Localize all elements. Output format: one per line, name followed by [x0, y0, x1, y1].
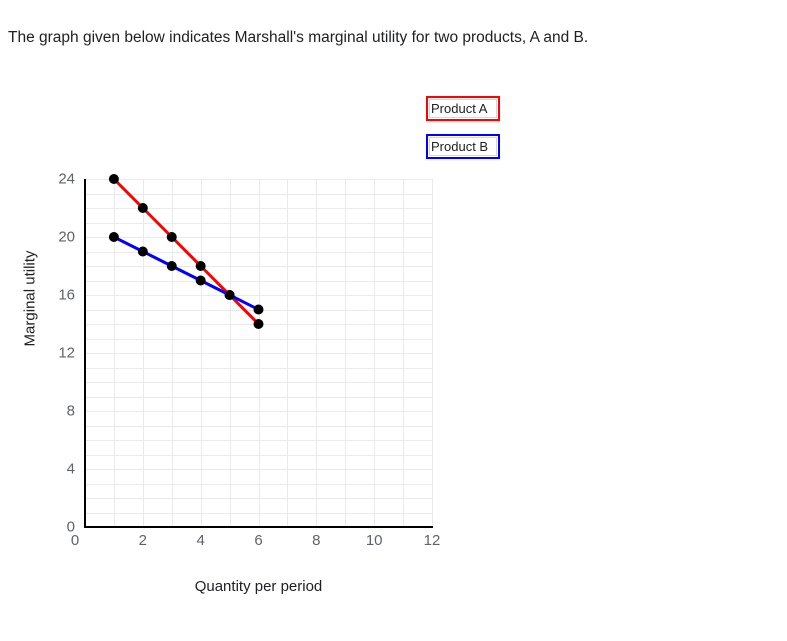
- data-point: [166, 261, 177, 271]
- y-axis-tick-label: 4: [66, 460, 75, 478]
- series-line-product-a: [112, 177, 260, 326]
- data-point: [195, 275, 206, 286]
- data-point: [224, 290, 235, 300]
- data-point: [108, 232, 119, 242]
- data-point: [253, 304, 264, 315]
- x-axis-tick-label-zero: 0: [70, 532, 80, 549]
- x-axis-tick-label: 2: [138, 532, 147, 549]
- plot-area: [84, 174, 433, 528]
- x-axis-title: Quantity per period: [194, 578, 323, 595]
- data-point: [166, 232, 177, 242]
- data-point: [137, 203, 148, 213]
- legend-item-product-a[interactable]: Product A: [426, 96, 500, 121]
- data-point: [253, 319, 264, 329]
- gridline-vertical: [432, 179, 433, 527]
- legend-label-product-b: Product B: [431, 139, 489, 154]
- marginal-utility-chart: 0 4 8 12 16 20 24 0 2 4 6 8 10 12 Marginal utility …: [0, 160, 520, 620]
- y-axis-tick-label: 8: [66, 402, 75, 420]
- series-line-product-b: [113, 235, 260, 311]
- x-axis-tick-label: 6: [254, 532, 263, 549]
- legend-label-product-a: Product A: [431, 101, 488, 116]
- y-axis-tick-label: 20: [58, 228, 75, 246]
- data-point: [137, 246, 148, 257]
- y-axis-title: Marginal utility: [21, 250, 39, 347]
- y-axis-tick-label: 16: [58, 286, 75, 304]
- data-point: [195, 261, 206, 271]
- data-series-layer: [108, 174, 264, 329]
- x-axis-tick-label: 10: [365, 532, 383, 549]
- question-text: The graph given below indicates Marshall…: [8, 29, 589, 46]
- x-axis-tick-label: 12: [423, 532, 441, 549]
- y-axis-tick-label: 12: [58, 344, 75, 362]
- x-axis-tick-label: 8: [312, 532, 321, 549]
- x-axis-tick-labels: 2 4 6 8 10 12: [85, 532, 441, 556]
- data-point: [108, 174, 119, 184]
- y-axis-tick-label: 24: [58, 170, 75, 188]
- x-axis-tick-label: 4: [196, 532, 205, 549]
- legend-item-product-b[interactable]: Product B: [426, 134, 500, 159]
